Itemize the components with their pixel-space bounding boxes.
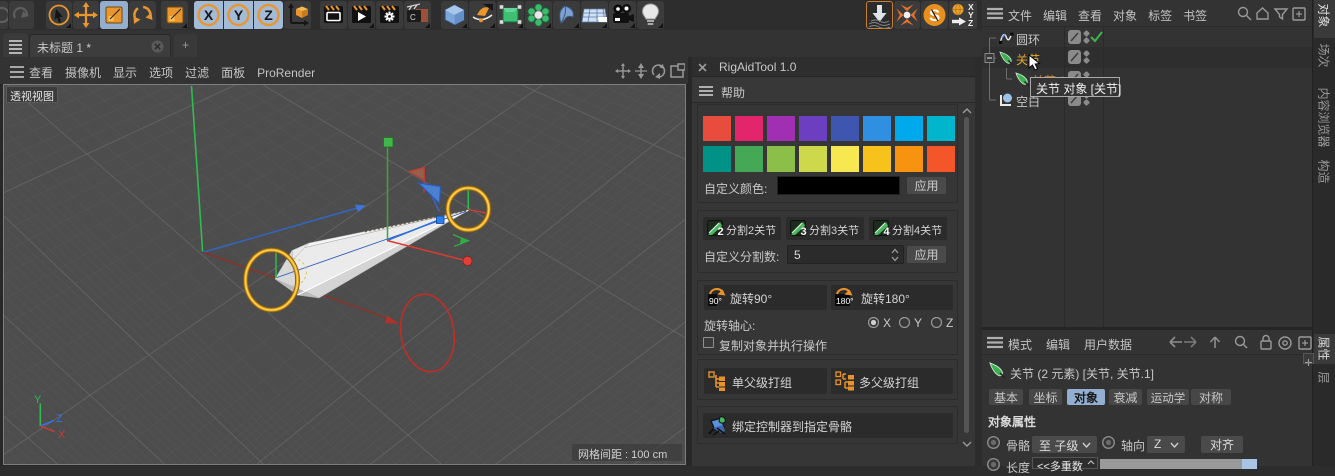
svg-text:90°: 90° xyxy=(709,296,722,306)
svg-text:180°: 180° xyxy=(836,296,854,306)
svg-text:C: C xyxy=(410,13,416,22)
svg-text:Z: Z xyxy=(968,18,973,28)
svg-text:4: 4 xyxy=(884,226,891,237)
svg-text:Y: Y xyxy=(234,7,244,23)
svg-text:X: X xyxy=(204,7,214,23)
svg-text:3: 3 xyxy=(801,226,807,237)
svg-text:2: 2 xyxy=(718,226,724,237)
svg-text:Z: Z xyxy=(264,7,273,23)
